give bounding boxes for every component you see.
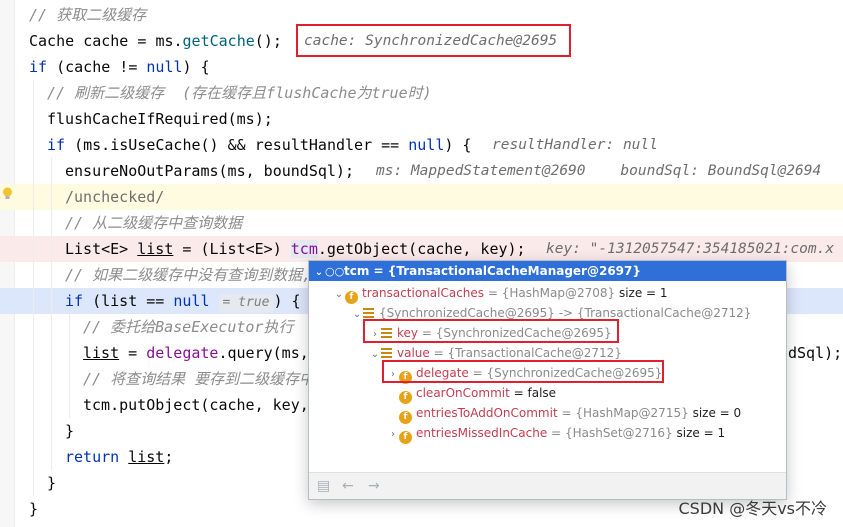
code-statement: if (list == null = true) { [65,292,301,312]
chevron-down-icon[interactable]: ⌄ [313,263,325,283]
code-statement: return list; [65,448,174,466]
tree-row-map-entry[interactable]: ⌄ {SynchronizedCache@2695} -> {Transactio… [351,303,752,325]
code-line: if (cache != null) { [0,54,843,80]
code-statement-tail: dSql); [788,344,843,362]
forward-arrow-icon[interactable]: → [368,478,380,494]
tree-row-value[interactable]: ⌄ value = {TransactionalCache@2712} [369,343,622,363]
chevron-down-icon[interactable]: ⌄ [351,305,363,325]
code-comment: // 将查询结果 要存到二级缓存中 [83,370,315,388]
tree-row-clear-on-commit[interactable]: f clearOnCommit = false [399,383,556,404]
chevron-right-icon[interactable]: › [387,365,399,385]
code-statement: ensureNoOutParams(ms, boundSql); [65,162,354,180]
code-line: // 获取二级缓存 [0,2,843,28]
code-brace: } [65,422,75,440]
code-line: if (ms.isUseCache() && resultHandler == … [0,132,843,158]
watch-glasses-icon: ○○ [325,265,345,278]
code-statement: if (ms.isUseCache() && resultHandler == … [47,136,472,154]
tree-row-entries-missed[interactable]: › f entriesMissedInCache = {HashSet@2716} … [387,423,725,445]
code-line: // 从二级缓存中查询数据 [0,210,843,236]
inline-debug-hint: resultHandler: null [492,137,658,153]
code-line: /unchecked/ [0,184,843,210]
code-statement: Cache cache = ms.getCache(); [29,32,282,50]
code-statement: List<E> list = (List<E>) tcm.getObject(c… [65,240,526,258]
map-entry-icon [381,327,392,338]
code-statement: list = delegate.query(ms, [83,344,309,362]
map-entry-icon [363,307,374,318]
code-brace: } [47,474,57,492]
tree-row-key[interactable]: › key = {SynchronizedCache@2695} [369,323,612,343]
code-line: flushCacheIfRequired(ms); [0,106,843,132]
tree-row-transactional-caches[interactable]: ⌄ f transactionalCaches = {HashMap@2708} s… [333,283,668,305]
code-comment: // 获取二级缓存 [29,6,147,24]
chevron-right-icon[interactable]: › [387,425,399,445]
var-value: = {TransactionalCacheManager@2697} [373,264,641,278]
code-line-breakpoint: List<E> list = (List<E>) tcm.getObject(c… [0,236,843,262]
inline-value-pill: = true [218,294,274,312]
field-f-icon: f [399,431,412,444]
code-comment: // 刷新二级缓存 (存在缓存且flushCache为true时) [47,84,432,102]
code-statement: if (cache != null) { [29,58,210,76]
lightbulb-icon[interactable] [2,187,13,200]
code-statement: tcm.putObject(cache, key, [83,396,309,414]
chevron-down-icon[interactable]: ⌄ [333,285,345,305]
code-statement: flushCacheIfRequired(ms); [47,110,273,128]
code-line: ensureNoOutParams(ms, boundSql); ms: Map… [0,158,843,184]
tree-row-entries-to-add[interactable]: f entriesToAddOnCommit = {HashMap@2715} s… [399,403,741,424]
inline-debug-hint: ms: MappedStatement@2690 boundSql: Bound… [376,163,822,179]
debug-value-popup[interactable]: ⌄ ○○tcm = {TransactionalCacheManager@2697… [308,260,787,500]
code-annotation: /unchecked/ [65,188,165,206]
map-entry-icon [381,347,392,358]
watermark: CSDN @冬天vs不冷 [678,499,827,518]
inline-debug-hint: cache: SynchronizedCache@2695 [304,33,558,49]
code-comment: // 从二级缓存中查询数据 [65,214,243,232]
code-line: // 刷新二级缓存 (存在缓存且flushCache为true时) [0,80,843,106]
inline-debug-hint: key: "-1312057547:354185021:com.x [546,241,835,257]
code-comment: // 委托给BaseExecutor执行 [83,318,294,336]
chevron-right-icon[interactable]: › [369,325,381,345]
popup-header-row[interactable]: ⌄ ○○tcm = {TransactionalCacheManager@2697… [309,261,786,281]
chevron-down-icon[interactable]: ⌄ [369,345,381,365]
code-brace: } [29,500,39,518]
var-name: tcm [344,264,370,278]
back-arrow-icon[interactable]: ← [342,478,354,494]
open-in-window-icon[interactable]: ▤ [317,478,330,494]
code-comment: // 如果二级缓存中没有查询到数据, [65,266,312,284]
code-line: Cache cache = ms.getCache(); cache: Sync… [0,28,843,54]
tree-row-delegate[interactable]: › f delegate = {SynchronizedCache@2695} [387,363,662,385]
